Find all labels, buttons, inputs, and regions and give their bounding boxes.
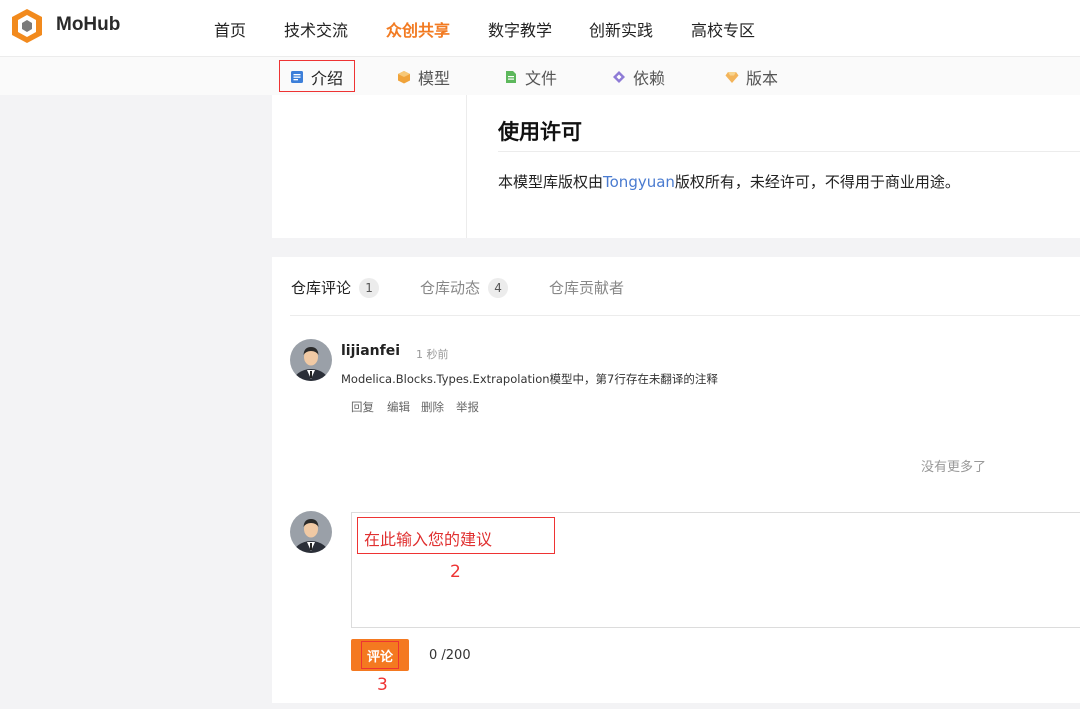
user-avatar-icon[interactable] xyxy=(290,339,332,381)
diamond-icon xyxy=(725,72,739,83)
highlight-box-2 xyxy=(357,517,555,554)
tab-files-label: 文件 xyxy=(525,69,558,88)
nav-digital-teaching[interactable]: 数字教学 xyxy=(488,17,552,41)
comment-text: Modelica.Blocks.Types.Extrapolation模型中，第… xyxy=(341,372,718,386)
nav-home[interactable]: 首页 xyxy=(214,17,246,41)
nav-innovation[interactable]: 创新实践 xyxy=(589,17,653,41)
dependency-icon xyxy=(613,71,625,83)
mohub-logo-icon[interactable] xyxy=(10,7,44,45)
brand-name[interactable]: MoHub xyxy=(56,14,120,36)
panel-divider xyxy=(466,95,467,238)
tab-repo-contributors[interactable]: 仓库贡献者 xyxy=(549,277,624,298)
tab-versions[interactable]: 版本 xyxy=(725,66,778,88)
tab-repo-activity-label: 仓库动态 xyxy=(420,279,481,297)
tab-versions-label: 版本 xyxy=(746,69,779,88)
tab-repo-activity[interactable]: 仓库动态 4 xyxy=(420,277,509,298)
highlight-box-3 xyxy=(361,641,399,669)
license-title: 使用许可 xyxy=(498,120,582,144)
license-separator xyxy=(498,151,1080,152)
tab-dependencies-label: 依赖 xyxy=(633,69,666,88)
annotation-marker-2: 2 xyxy=(450,562,461,582)
tab-repo-comments-label: 仓库评论 xyxy=(291,279,352,297)
file-icon xyxy=(506,71,516,83)
reply-button[interactable]: 回复 xyxy=(351,399,374,415)
tab-model-label: 模型 xyxy=(418,69,451,88)
tab-repo-comments[interactable]: 仓库评论 1 xyxy=(291,277,380,298)
report-button[interactable]: 举报 xyxy=(456,399,479,415)
tab-files[interactable]: 文件 xyxy=(504,66,557,88)
license-text-after: 版权所有，未经许可，不得用于商业用途。 xyxy=(674,173,960,191)
activity-count-badge: 4 xyxy=(488,277,509,298)
tab-dependencies[interactable]: 依赖 xyxy=(612,66,665,88)
no-more-text: 没有更多了 xyxy=(921,460,987,475)
highlight-box-1 xyxy=(279,60,355,92)
current-user-avatar-icon xyxy=(290,511,332,553)
nav-university[interactable]: 高校专区 xyxy=(691,17,755,41)
cube-icon xyxy=(398,71,410,84)
tab-model[interactable]: 模型 xyxy=(397,66,450,88)
license-text: 本模型库版权由Tongyuan版权所有，未经许可，不得用于商业用途。 xyxy=(498,171,960,192)
comment-tabs-underline xyxy=(290,315,1080,316)
delete-button[interactable]: 删除 xyxy=(421,399,444,415)
edit-button[interactable]: 编辑 xyxy=(387,399,410,415)
comments-count-badge: 1 xyxy=(359,277,380,298)
comment-author[interactable]: lijianfei xyxy=(341,343,400,359)
license-panel xyxy=(272,95,1080,238)
char-counter: 0 /200 xyxy=(429,648,471,663)
tab-repo-contributors-label: 仓库贡献者 xyxy=(549,279,625,297)
comment-timestamp: 1 秒前 xyxy=(416,348,449,361)
license-owner-link[interactable]: Tongyuan xyxy=(603,173,675,191)
nav-co-creation[interactable]: 众创共享 xyxy=(386,17,450,41)
annotation-marker-3: 3 xyxy=(377,675,388,695)
nav-tech-exchange[interactable]: 技术交流 xyxy=(284,17,348,41)
license-text-before: 本模型库版权由 xyxy=(498,173,604,191)
comments-panel xyxy=(272,257,1080,703)
top-header: MoHub 首页 技术交流 众创共享 数字教学 创新实践 高校专区 xyxy=(0,0,1080,57)
